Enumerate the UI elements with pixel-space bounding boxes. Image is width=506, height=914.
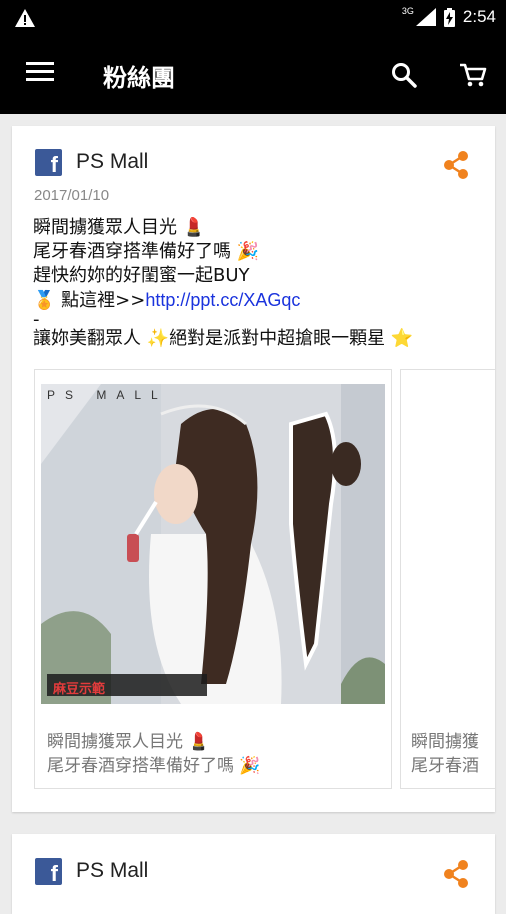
facebook-icon: f (35, 149, 62, 177)
menu-icon[interactable] (26, 61, 54, 83)
post-line: 讓妳美翻眾人 ✨絕對是派對中超搶眼一顆星 ⭐ (33, 328, 414, 349)
post-card: f PS Mall (12, 834, 495, 914)
photo-brand-label: PS MALL (47, 388, 168, 402)
slide-caption: 瞬間擄獲眾人目光 💄 尾牙春酒穿搭準備好了嗎 🎉 (47, 730, 261, 778)
share-icon[interactable] (442, 150, 470, 180)
post-date: 2017/01/10 (34, 187, 110, 204)
caption-line: 瞬間擄獲眾人目光 💄 (47, 732, 210, 752)
post-line: 瞬間擄獲眾人目光 💄 (33, 217, 206, 238)
share-icon[interactable] (442, 859, 470, 889)
post-line-prefix: 🏅 點這裡>> (33, 290, 146, 311)
caption-line: 尾牙春酒 (411, 756, 479, 776)
photo-stamp-label: 麻豆示範 (53, 682, 106, 697)
search-icon[interactable] (391, 62, 417, 88)
clock: 2:54 (462, 7, 496, 26)
post-link[interactable]: http://ppt.cc/XAGqc (145, 290, 300, 310)
status-bar: 3G 2:54 (0, 0, 506, 36)
product-photo[interactable]: PS MALL 麻豆示範 (41, 384, 385, 704)
post-line-link: 🏅 點這裡>>http://ppt.cc/XAGqc (33, 288, 413, 313)
post-page-name[interactable]: PS Mall (76, 859, 148, 883)
post-line: 趕快約妳的好閨蜜一起BUY (33, 265, 250, 286)
facebook-icon: f (35, 858, 62, 886)
post-card: f PS Mall 2017/01/10 瞬間擄獲眾人目光 💄 尾牙春酒穿搭準備… (12, 126, 495, 812)
network-label: 3G (401, 6, 414, 16)
post-dash: - (33, 309, 40, 330)
app-bar: 粉絲團 (0, 36, 506, 114)
warning-icon (15, 9, 35, 27)
caption-line: 瞬間擄獲 (411, 732, 479, 752)
cart-icon[interactable] (459, 62, 487, 88)
caption-line: 尾牙春酒穿搭準備好了嗎 🎉 (47, 756, 261, 776)
post-page-name[interactable]: PS Mall (76, 150, 148, 174)
carousel-slide[interactable]: 瞬間擄獲 尾牙春酒 (400, 369, 495, 789)
post-body: 瞬間擄獲眾人目光 💄 尾牙春酒穿搭準備好了嗎 🎉 趕快約妳的好閨蜜一起BUY 🏅… (33, 216, 413, 351)
slide-caption: 瞬間擄獲 尾牙春酒 (411, 730, 479, 778)
image-carousel[interactable]: PS MALL 麻豆示範 瞬間擄獲眾人目光 💄 尾牙春酒穿搭準備好了嗎 🎉 瞬間… (34, 369, 495, 792)
post-line: 尾牙春酒穿搭準備好了嗎 🎉 (33, 241, 260, 262)
carousel-slide[interactable]: PS MALL 麻豆示範 瞬間擄獲眾人目光 💄 尾牙春酒穿搭準備好了嗎 🎉 (34, 369, 392, 789)
signal-icon (415, 8, 436, 26)
page-title: 粉絲團 (103, 64, 175, 92)
battery-icon (443, 7, 455, 27)
